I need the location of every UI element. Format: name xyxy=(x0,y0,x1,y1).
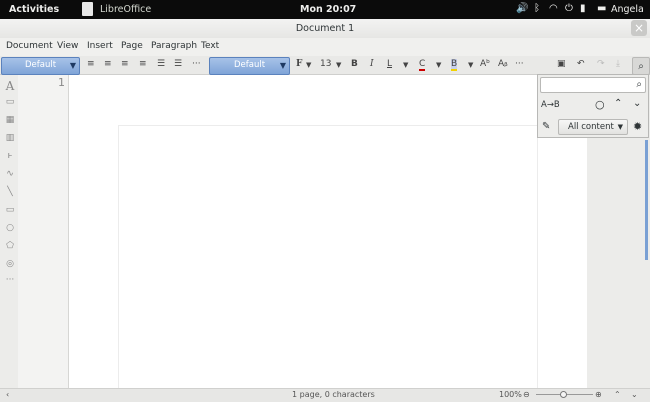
search-icon: ⌕ xyxy=(636,79,642,90)
font-color-button[interactable]: C xyxy=(419,59,426,71)
align-justify-icon[interactable]: ≡ xyxy=(139,59,147,69)
sidebar-toggle-icon[interactable]: ▣ xyxy=(557,59,566,69)
status-bar: ‹ 1 page, 0 characters 100% ⊖ ⊕ ⌃ ⌄ xyxy=(0,388,650,402)
window-titlebar: Document 1 xyxy=(0,19,650,38)
wifi-icon[interactable]: ◠ xyxy=(549,3,558,14)
redo-icon[interactable]: ↷ xyxy=(597,59,605,69)
chart-icon[interactable]: ▥ xyxy=(5,133,15,143)
user-menu[interactable]: Angela xyxy=(611,4,644,15)
font-size-select[interactable]: 13 xyxy=(320,59,331,69)
document-page[interactable] xyxy=(118,125,538,388)
chevron-down-icon[interactable]: ▼ xyxy=(306,61,311,69)
menu-page[interactable]: Page xyxy=(121,41,143,51)
clock[interactable]: Mon 20:07 xyxy=(300,4,356,15)
rectangle-icon[interactable]: ▭ xyxy=(5,205,15,215)
window-title: Document 1 xyxy=(295,23,355,34)
curve-icon[interactable]: ∿ xyxy=(5,169,15,179)
vertical-scrollbar[interactable] xyxy=(645,140,648,260)
eyedropper-icon[interactable]: ✎ xyxy=(542,121,550,132)
more-paragraph-options-icon[interactable]: ··· xyxy=(192,59,201,69)
zoom-level[interactable]: 100% xyxy=(499,390,522,399)
top-bar: Activities LibreOffice Mon 20:07 🔊 ᛒ ◠ ⏻… xyxy=(0,0,650,19)
chevron-down-icon[interactable]: ▼ xyxy=(468,61,473,69)
chevron-down-icon[interactable]: ▼ xyxy=(336,61,341,69)
volume-icon[interactable]: 🔊 xyxy=(516,3,528,14)
paragraph-style-select[interactable]: Default ▼ xyxy=(1,57,80,75)
align-right-icon[interactable]: ≡ xyxy=(121,59,129,69)
bullet-list-icon[interactable]: ☰ xyxy=(157,59,165,69)
chevron-down-icon[interactable]: ▼ xyxy=(403,61,408,69)
menu-bar: Document View Insert Page Paragraph Text xyxy=(0,38,650,56)
subscript-button[interactable]: Aᵦ xyxy=(498,59,508,69)
more-text-options-icon[interactable]: ··· xyxy=(515,59,524,69)
menu-document[interactable]: Document xyxy=(6,41,53,51)
menu-view[interactable]: View xyxy=(57,41,78,51)
libreoffice-app-icon xyxy=(82,2,93,16)
ellipse-icon[interactable]: ○ xyxy=(5,223,15,233)
align-left-icon[interactable]: ≡ xyxy=(87,59,95,69)
gear-icon[interactable]: ✹ xyxy=(633,120,642,133)
image-icon[interactable]: ▭ xyxy=(5,97,15,107)
close-window-button[interactable]: × xyxy=(631,20,647,36)
activities-button[interactable]: Activities xyxy=(9,4,59,15)
find-previous-button[interactable]: ⌃ xyxy=(614,98,622,109)
download-icon[interactable]: ⤓ xyxy=(616,59,620,69)
menu-text[interactable]: Text xyxy=(201,41,219,51)
find-next-button[interactable]: ⌄ xyxy=(633,98,641,109)
spiral-icon[interactable]: ◎ xyxy=(5,259,15,269)
power-icon[interactable]: ⏻ xyxy=(565,3,573,14)
search-icon: ⌕ xyxy=(638,61,644,72)
chevron-down-icon: ▼ xyxy=(279,61,286,70)
italic-button[interactable]: I xyxy=(370,59,374,69)
find-options-icon[interactable]: ○ xyxy=(595,98,605,111)
replace-toggle-button[interactable]: A→B xyxy=(541,100,560,110)
chat-icon[interactable]: ▬ xyxy=(597,3,606,14)
menu-paragraph[interactable]: Paragraph xyxy=(151,41,197,51)
underline-button[interactable]: L xyxy=(387,59,392,69)
table-icon[interactable]: ▦ xyxy=(5,115,15,125)
next-page-icon[interactable]: ⌄ xyxy=(631,390,638,399)
bold-button[interactable]: B xyxy=(351,59,358,69)
zoom-slider-handle[interactable] xyxy=(560,391,567,398)
chevron-down-icon: ▼ xyxy=(617,123,623,131)
align-center-icon[interactable]: ≡ xyxy=(104,59,112,69)
search-scope-select[interactable]: All content ▼ xyxy=(558,119,628,135)
signature-icon[interactable]: ⱶ xyxy=(5,151,15,161)
app-menu-label[interactable]: LibreOffice xyxy=(100,4,151,15)
formatting-toolbar: Default ▼ ≡ ≡ ≡ ≡ ☰ ☰ ··· Default ▼ F ▼ … xyxy=(0,56,650,75)
find-input[interactable]: ⌕ xyxy=(540,77,646,93)
vertical-ruler xyxy=(18,75,69,388)
zoom-in-icon[interactable]: ⊕ xyxy=(595,390,602,399)
more-tools-icon[interactable]: ··· xyxy=(5,275,15,285)
text-icon[interactable]: A xyxy=(5,79,15,93)
font-icon[interactable]: F xyxy=(296,59,302,69)
insert-sidebar: A ▭ ▦ ▥ ⱶ ∿ ╲ ▭ ○ ⬠ ◎ ··· xyxy=(0,75,18,388)
zoom-out-icon[interactable]: ⊖ xyxy=(523,390,530,399)
find-toggle-button[interactable]: ⌕ xyxy=(632,57,650,75)
previous-page-icon[interactable]: ⌃ xyxy=(614,390,621,399)
numbered-list-icon[interactable]: ☰ xyxy=(174,59,182,69)
chevron-down-icon[interactable]: ▼ xyxy=(436,61,441,69)
undo-icon[interactable]: ↶ xyxy=(577,59,585,69)
superscript-button[interactable]: Aᵇ xyxy=(480,59,490,69)
page-number: 1 xyxy=(58,76,65,89)
highlight-button[interactable]: B xyxy=(451,59,458,71)
font-name-select[interactable]: Default ▼ xyxy=(209,57,290,75)
battery-icon[interactable]: ▮ xyxy=(580,3,586,14)
line-icon[interactable]: ╲ xyxy=(5,187,15,197)
shapes-icon[interactable]: ⬠ xyxy=(5,241,15,251)
menu-insert[interactable]: Insert xyxy=(87,41,113,51)
bluetooth-icon[interactable]: ᛒ xyxy=(534,3,540,14)
chevron-down-icon: ▼ xyxy=(69,61,76,70)
document-stats: 1 page, 0 characters xyxy=(292,390,375,399)
chevron-left-icon[interactable]: ‹ xyxy=(6,390,9,399)
